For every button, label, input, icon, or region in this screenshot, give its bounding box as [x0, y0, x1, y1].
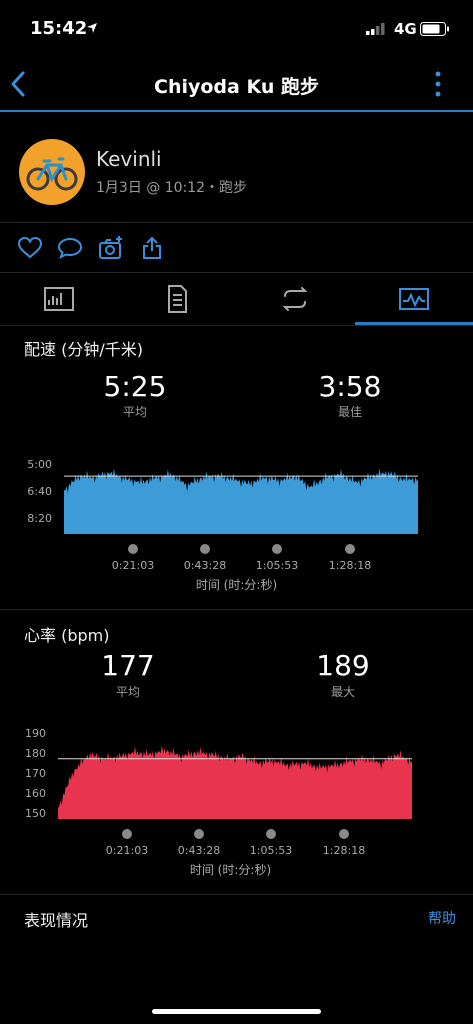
- hr-y-tick: 160: [25, 787, 46, 800]
- heart-rate-title: 心率 (bpm): [24, 626, 110, 645]
- divider: [0, 272, 473, 273]
- tab-laps[interactable]: [275, 284, 315, 314]
- pace-title: 配速 (分钟/千米): [24, 340, 143, 359]
- avatar[interactable]: [19, 139, 85, 205]
- pace-y-tick: 6:40: [27, 485, 52, 498]
- pace-x-tick: 1:28:18: [328, 559, 372, 572]
- share-button[interactable]: [139, 235, 165, 261]
- tab-summary[interactable]: [39, 284, 79, 314]
- pace-x-axis-title: 时间 (时:分:秒): [195, 578, 278, 592]
- pace-x-marker: [200, 544, 210, 554]
- heart-rate-max-label: 最大: [330, 685, 355, 699]
- hr-y-tick: 150: [25, 807, 46, 820]
- pace-x-tick: 0:21:03: [111, 559, 155, 572]
- hr-y-tick: 180: [25, 747, 46, 760]
- pace-best-label: 最佳: [337, 405, 362, 419]
- hr-x-tick: 0:21:03: [105, 844, 149, 857]
- pace-area-series: [64, 468, 418, 534]
- like-button[interactable]: [17, 235, 43, 261]
- add-photo-button[interactable]: [98, 235, 124, 261]
- pace-average-label: 平均: [122, 405, 147, 419]
- tab-details[interactable]: [157, 284, 197, 314]
- pace-average-value: 5:25: [103, 370, 167, 403]
- pace-x-tick: 0:43:28: [183, 559, 227, 572]
- bicycle-icon: [26, 157, 78, 191]
- pace-x-marker: [272, 544, 282, 554]
- hr-x-tick: 1:05:53: [249, 844, 293, 857]
- comment-button[interactable]: [57, 235, 83, 261]
- network-type: 4G: [394, 20, 417, 38]
- hr-x-axis-title: 时间 (时:分:秒): [189, 863, 272, 877]
- page-title: Chiyoda Ku 跑步: [154, 76, 319, 98]
- help-link[interactable]: 帮助: [428, 908, 456, 928]
- pace-y-tick: 8:20: [27, 512, 52, 525]
- pace-chart: [64, 468, 418, 534]
- heart-rate-average-value: 177: [101, 649, 155, 682]
- heart-rate-area-series: [58, 745, 412, 819]
- hr-x-tick: 0:43:28: [177, 844, 221, 857]
- pace-best-value: 3:58: [318, 370, 382, 403]
- heart-rate-average-label: 平均: [115, 685, 140, 699]
- divider: [0, 609, 473, 610]
- hr-y-tick: 190: [25, 727, 46, 740]
- hr-x-marker: [339, 829, 349, 839]
- hr-x-marker: [194, 829, 204, 839]
- hr-x-marker: [266, 829, 276, 839]
- tab-charts[interactable]: [394, 284, 434, 314]
- activity-date: 1月3日 @ 10:12・跑步: [96, 180, 248, 196]
- pace-x-tick: 1:05:53: [255, 559, 299, 572]
- heart-rate-max-value: 189: [316, 649, 370, 682]
- more-options-button[interactable]: [430, 70, 446, 98]
- home-indicator[interactable]: [152, 1009, 321, 1014]
- divider: [0, 894, 473, 895]
- pace-y-tick: 5:00: [27, 458, 52, 471]
- header-divider: [0, 110, 473, 112]
- location-arrow-icon: [87, 23, 97, 33]
- heart-rate-chart: [58, 745, 412, 819]
- battery-icon: [420, 22, 449, 36]
- pace-x-marker: [345, 544, 355, 554]
- hr-x-marker: [122, 829, 132, 839]
- hr-x-tick: 1:28:18: [322, 844, 366, 857]
- status-time: 15:42: [30, 18, 88, 39]
- hr-y-tick: 170: [25, 767, 46, 780]
- pace-x-marker: [128, 544, 138, 554]
- signal-icon: [366, 23, 385, 35]
- divider: [0, 222, 473, 223]
- divider: [0, 325, 473, 326]
- performance-title: 表现情况: [24, 911, 89, 930]
- user-name[interactable]: Kevinli: [96, 147, 162, 171]
